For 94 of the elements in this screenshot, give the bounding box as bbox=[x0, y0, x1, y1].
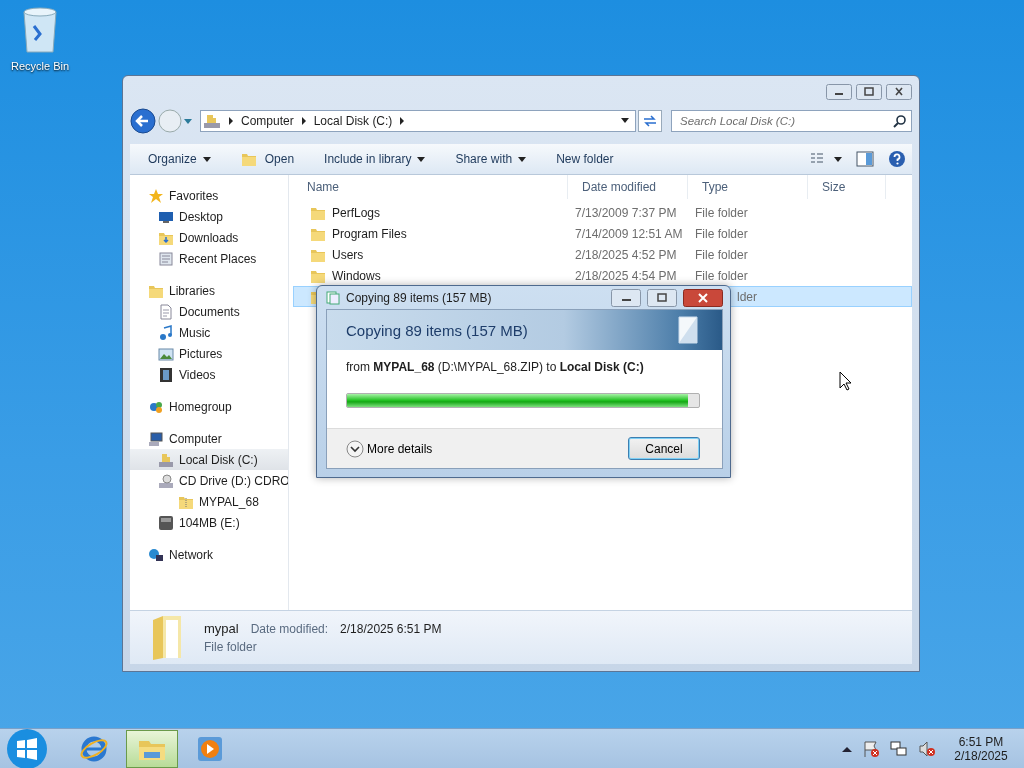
document-icon bbox=[158, 303, 174, 320]
drive-icon bbox=[158, 451, 174, 468]
trash-bin-icon bbox=[20, 6, 60, 54]
column-header[interactable]: Date modified bbox=[568, 175, 688, 199]
search-input[interactable]: Search Local Disk (C:) bbox=[678, 114, 893, 128]
copy-icon bbox=[326, 291, 340, 305]
type-text: File folder bbox=[695, 268, 748, 283]
document-icon bbox=[678, 316, 698, 344]
nav-item[interactable]: Desktop bbox=[130, 206, 288, 227]
flag-icon[interactable] bbox=[862, 739, 880, 758]
type-text: lder bbox=[737, 289, 757, 304]
more-details-button[interactable]: More details bbox=[346, 439, 433, 458]
date-text: 2/18/2025 4:54 PM bbox=[575, 268, 677, 283]
cancel-button[interactable]: Cancel bbox=[628, 437, 700, 460]
taskbar-button[interactable] bbox=[126, 729, 178, 768]
clock-time[interactable]: 6:51 PM bbox=[958, 734, 1004, 749]
search-icon bbox=[893, 114, 907, 128]
file-name[interactable]: Windows bbox=[332, 268, 381, 283]
nav-item[interactable]: Downloads bbox=[130, 227, 288, 248]
file-name[interactable]: Users bbox=[332, 247, 364, 262]
nav-item[interactable]: Homegroup bbox=[130, 396, 288, 417]
close-icon[interactable] bbox=[886, 84, 912, 100]
column-header[interactable]: Type bbox=[688, 175, 808, 199]
nav-item[interactable]: Libraries bbox=[130, 280, 288, 301]
field-label: Date modified: bbox=[250, 622, 329, 636]
file-name: mypal bbox=[204, 621, 239, 636]
drive-icon bbox=[158, 472, 174, 489]
dialog-heading: Copying 89 items (157 MB) bbox=[346, 321, 528, 339]
date-text: 2/18/2025 4:52 PM bbox=[575, 247, 677, 262]
column-header[interactable]: Size bbox=[808, 175, 886, 199]
nav-item[interactable]: Videos bbox=[130, 364, 288, 385]
maximize-icon[interactable] bbox=[856, 84, 882, 100]
nav-item[interactable]: Computer bbox=[130, 428, 288, 449]
speaker-muted-icon[interactable] bbox=[918, 739, 936, 758]
chevron-right-icon[interactable] bbox=[399, 117, 406, 125]
nav-item[interactable]: MYPAL_68 bbox=[130, 491, 288, 512]
folder-icon bbox=[158, 250, 174, 267]
search-field[interactable]: Search Local Disk (C:) bbox=[671, 110, 912, 132]
star-icon bbox=[148, 187, 164, 204]
toolbar-button[interactable]: Open bbox=[232, 147, 303, 171]
close-icon[interactable] bbox=[683, 289, 723, 307]
date-text: 7/14/2009 12:51 AM bbox=[575, 226, 683, 241]
drive-icon bbox=[203, 113, 221, 129]
file-name[interactable]: Program Files bbox=[332, 226, 407, 241]
toolbar-button[interactable]: New folder bbox=[548, 148, 622, 170]
preview-pane-icon[interactable] bbox=[856, 151, 874, 167]
film-icon bbox=[158, 366, 174, 383]
file-name[interactable]: PerfLogs bbox=[332, 205, 381, 220]
toolbar-button[interactable]: Include in library bbox=[316, 148, 434, 170]
chevron-down-icon bbox=[346, 439, 364, 458]
type-text: File folder bbox=[695, 226, 748, 241]
network-icon bbox=[148, 546, 164, 563]
nav-item[interactable]: Network bbox=[130, 544, 288, 565]
type-text: File folder bbox=[695, 205, 748, 220]
toolbar-button[interactable]: Organize bbox=[140, 148, 219, 170]
help-icon[interactable] bbox=[888, 150, 906, 168]
network-icon[interactable] bbox=[890, 739, 908, 758]
minimize-icon[interactable] bbox=[826, 84, 852, 100]
window-title: Copying 89 items (157 MB) bbox=[346, 291, 492, 305]
field-value: 2/18/2025 6:51 PM bbox=[340, 622, 442, 636]
computer-icon bbox=[148, 430, 164, 447]
date-text: 7/13/2009 7:37 PM bbox=[575, 205, 677, 220]
nav-item[interactable]: Pictures bbox=[130, 343, 288, 364]
address-bar[interactable]: Computer Local Disk (C:) bbox=[200, 110, 636, 132]
view-options-icon[interactable] bbox=[810, 152, 842, 166]
nav-item[interactable]: Music bbox=[130, 322, 288, 343]
picture-icon bbox=[158, 345, 174, 362]
minimize-icon[interactable] bbox=[611, 289, 641, 307]
folder-icon bbox=[150, 613, 184, 662]
icon-label: Recycle Bin bbox=[10, 60, 70, 72]
clock-date[interactable]: 2/18/2025 bbox=[954, 748, 1008, 763]
folder-icon bbox=[240, 151, 259, 167]
maximize-icon[interactable] bbox=[647, 289, 677, 307]
nav-item[interactable]: Favorites bbox=[130, 185, 288, 206]
copy-description: from MYPAL_68 (D:\MYPAL_68.ZIP) to Local Disk (C:) bbox=[346, 360, 645, 374]
caret-icon[interactable] bbox=[621, 118, 629, 124]
back-icon[interactable] bbox=[130, 108, 156, 134]
chevron-right-icon[interactable] bbox=[300, 117, 307, 125]
column-header[interactable]: Name bbox=[293, 175, 568, 199]
mouse-pointer-icon bbox=[839, 371, 853, 391]
drive-icon bbox=[158, 514, 174, 531]
nav-item[interactable]: Documents bbox=[130, 301, 288, 322]
chevron-up-icon[interactable] bbox=[842, 745, 852, 752]
nav-item[interactable]: 104MB (E:) bbox=[130, 512, 288, 533]
chevron-right-icon[interactable] bbox=[228, 117, 234, 125]
nav-item[interactable]: Recent Places bbox=[130, 248, 288, 269]
type-text: File folder bbox=[204, 640, 258, 654]
toolbar-button[interactable]: Share with bbox=[447, 148, 535, 170]
music-note-icon bbox=[158, 324, 174, 341]
breadcrumb-item[interactable]: Local Disk (C:) bbox=[313, 114, 393, 128]
refresh-icon[interactable] bbox=[638, 110, 662, 132]
nav-item[interactable]: Local Disk (C:) bbox=[130, 449, 288, 470]
type-text: File folder bbox=[695, 247, 748, 262]
breadcrumb-item[interactable]: Computer bbox=[241, 114, 294, 128]
